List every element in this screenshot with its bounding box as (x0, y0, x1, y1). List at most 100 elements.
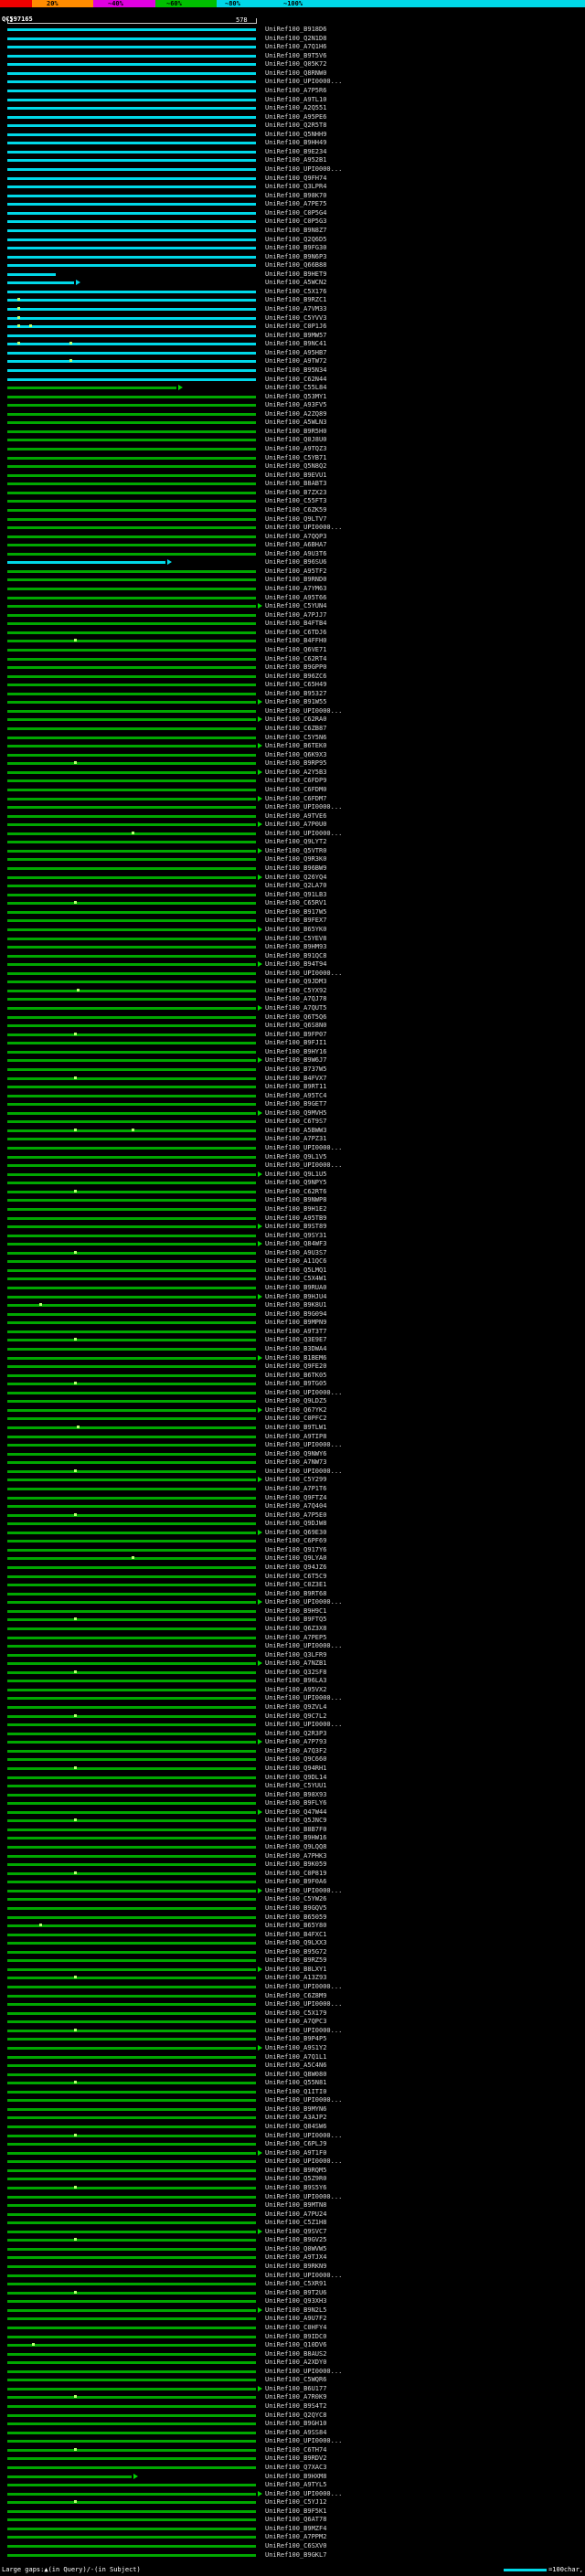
hit-label[interactable]: UniRef100_UPI0000... (265, 2000, 342, 2009)
hit-alignment-bar[interactable] (7, 334, 256, 337)
hit-label[interactable]: UniRef100_C6SXV0 (265, 2542, 326, 2551)
hit-alignment-bar[interactable] (7, 2501, 256, 2505)
hit-label[interactable]: UniRef100_B9K059 (265, 1860, 326, 1870)
hit-label[interactable]: UniRef100_A9T1F0 (265, 2149, 326, 2158)
hit-alignment-bar[interactable] (7, 2283, 256, 2286)
hit-label[interactable]: UniRef100_B9FJI1 (265, 1039, 326, 1048)
hit-label[interactable]: UniRef100_Q94JZ6 (265, 1564, 326, 1573)
hit-alignment-bar[interactable] (7, 1871, 256, 1875)
hit-alignment-bar[interactable] (7, 1251, 256, 1255)
hit-alignment-bar[interactable] (7, 745, 256, 748)
hit-alignment-bar[interactable] (7, 228, 256, 232)
hit-label[interactable]: UniRef100_Q2LA70 (265, 882, 326, 891)
hit-alignment-bar[interactable] (7, 343, 256, 346)
hit-label[interactable]: UniRef100_Q2R5T8 (265, 122, 326, 131)
hit-label[interactable]: UniRef100_Q6T5Q6 (265, 1013, 326, 1023)
hit-alignment-bar[interactable] (7, 1846, 256, 1849)
hit-alignment-bar[interactable] (7, 1207, 256, 1211)
hit-label[interactable]: UniRef100_C6T9S7 (265, 1118, 326, 1127)
hit-alignment-bar[interactable] (7, 1732, 256, 1735)
hit-alignment-bar[interactable] (7, 71, 256, 75)
hit-alignment-bar[interactable] (7, 1566, 256, 1569)
hit-alignment-bar[interactable] (7, 1312, 256, 1316)
hit-label[interactable]: UniRef100_Q69E30 (265, 1529, 326, 1538)
hit-label[interactable]: UniRef100_UPI0000... (265, 1721, 342, 1730)
hit-label[interactable]: UniRef100_A7QUT5 (265, 1004, 326, 1013)
hit-alignment-bar[interactable] (7, 2011, 256, 2015)
hit-label[interactable]: UniRef100_B9GPP0 (265, 663, 326, 673)
hit-label[interactable]: UniRef100_B9HJU4 (265, 1293, 326, 1302)
hit-label[interactable]: UniRef100_UPI0000... (265, 2132, 342, 2141)
hit-alignment-bar[interactable] (7, 1942, 256, 1945)
hit-alignment-bar[interactable] (7, 272, 57, 276)
hit-label[interactable]: UniRef100_Q05K72 (265, 60, 326, 69)
hit-label[interactable]: UniRef100_Q7XAC3 (265, 2464, 326, 2473)
hit-label[interactable]: UniRef100_B4FFH0 (265, 637, 326, 646)
hit-label[interactable]: UniRef100_B98K70 (265, 192, 326, 201)
hit-label[interactable]: UniRef100_A7PZ31 (265, 1135, 326, 1144)
hit-alignment-bar[interactable] (7, 1741, 256, 1744)
hit-label[interactable]: UniRef100_Q9LYT2 (265, 838, 326, 847)
hit-alignment-bar[interactable] (7, 1094, 256, 1097)
hit-alignment-bar[interactable] (7, 89, 256, 92)
hit-alignment-bar[interactable] (7, 1426, 256, 1429)
hit-label[interactable]: UniRef100_C0P5G3 (265, 217, 326, 227)
hit-label[interactable]: UniRef100_UPI0000... (265, 1468, 342, 1477)
hit-label[interactable]: UniRef100_B6U177 (265, 2385, 326, 2394)
hit-label[interactable]: UniRef100_Q0J8U0 (265, 436, 326, 445)
hit-alignment-bar[interactable] (7, 1906, 256, 1910)
hit-alignment-bar[interactable] (7, 1697, 256, 1701)
hit-alignment-bar[interactable] (7, 1793, 256, 1797)
hit-label[interactable]: UniRef100_UPI0000... (265, 2096, 342, 2105)
hit-label[interactable]: UniRef100_C5X176 (265, 288, 326, 297)
hit-label[interactable]: UniRef100_A5C4N6 (265, 2062, 326, 2071)
hit-label[interactable]: UniRef100_A95VX2 (265, 1686, 326, 1695)
hit-alignment-bar[interactable] (7, 1540, 256, 1543)
hit-alignment-bar[interactable] (7, 211, 256, 215)
hit-label[interactable]: UniRef100_C5Y5N6 (265, 734, 326, 743)
hit-label[interactable]: UniRef100_A9U7F2 (265, 2315, 326, 2324)
hit-label[interactable]: UniRef100_A6BHA7 (265, 541, 326, 550)
hit-label[interactable]: UniRef100_Q6VE71 (265, 646, 326, 655)
hit-alignment-bar[interactable] (7, 247, 256, 250)
hit-label[interactable]: UniRef100_B9RZ59 (265, 1956, 326, 1966)
hit-label[interactable]: UniRef100_UPI0000... (265, 2027, 342, 2036)
hit-label[interactable]: UniRef100_B9RP95 (265, 759, 326, 769)
hit-label[interactable]: UniRef100_Q917Y6 (265, 1546, 326, 1555)
hit-alignment-bar[interactable] (7, 2536, 256, 2539)
hit-alignment-bar[interactable] (7, 727, 256, 730)
hit-label[interactable]: UniRef100_A9TL10 (265, 96, 326, 105)
hit-label[interactable]: UniRef100_C6TDJ6 (265, 629, 326, 638)
hit-label[interactable]: UniRef100_B9RT11 (265, 1083, 326, 1092)
hit-label[interactable]: UniRef100_Q9C7L2 (265, 1712, 326, 1722)
hit-label[interactable]: UniRef100_Q5LMQ1 (265, 1267, 326, 1276)
hit-label[interactable]: UniRef100_B9HY16 (265, 1048, 326, 1057)
hit-label[interactable]: UniRef100_A9U3T6 (265, 550, 326, 559)
hit-alignment-bar[interactable] (7, 465, 256, 469)
hit-label[interactable]: UniRef100_B9GH10 (265, 2420, 326, 2429)
hit-alignment-bar[interactable] (7, 2457, 256, 2461)
hit-label[interactable]: UniRef100_B9T2U6 (265, 2289, 326, 2298)
hit-label[interactable]: UniRef100_B9MYN6 (265, 2105, 326, 2115)
hit-alignment-bar[interactable] (7, 1050, 256, 1054)
hit-alignment-bar[interactable] (7, 1967, 256, 1971)
hit-alignment-bar[interactable] (7, 1802, 256, 1806)
hit-label[interactable]: UniRef100_C5YX92 (265, 987, 326, 996)
hit-label[interactable]: UniRef100_Q55N81 (265, 2079, 326, 2088)
hit-label[interactable]: UniRef100_B3DWA4 (265, 1345, 326, 1354)
hit-label[interactable]: UniRef100_C6FDM0 (265, 786, 326, 795)
hit-label[interactable]: UniRef100_Q9R3K0 (265, 855, 326, 864)
hit-alignment-bar[interactable] (7, 902, 256, 906)
hit-alignment-bar[interactable] (7, 508, 256, 512)
hit-alignment-bar[interactable] (7, 1138, 256, 1141)
hit-alignment-bar[interactable] (7, 238, 256, 241)
hit-alignment-bar[interactable] (7, 657, 256, 661)
hit-alignment-bar[interactable] (7, 1881, 256, 1884)
hit-alignment-bar[interactable] (7, 1216, 256, 1220)
hit-alignment-bar[interactable] (7, 797, 256, 800)
hit-alignment-bar[interactable] (7, 1714, 256, 1718)
hit-label[interactable]: UniRef100_Q93XH3 (265, 2297, 326, 2306)
hit-alignment-bar[interactable] (7, 1339, 256, 1342)
hit-label[interactable]: UniRef100_A95TC4 (265, 1092, 326, 1101)
hit-alignment-bar[interactable] (7, 535, 256, 538)
